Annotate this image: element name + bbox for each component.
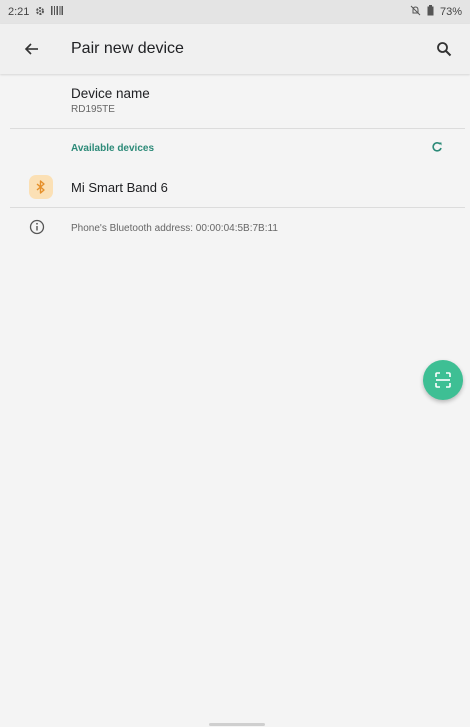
battery-icon bbox=[427, 5, 434, 19]
bluetooth-icon bbox=[29, 175, 53, 199]
device-label: Mi Smart Band 6 bbox=[71, 179, 168, 195]
qr-scan-icon bbox=[435, 372, 451, 388]
silent-icon bbox=[410, 5, 421, 19]
available-devices-header: Available devices bbox=[0, 138, 470, 158]
back-arrow-icon bbox=[24, 43, 38, 55]
back-button[interactable] bbox=[12, 29, 52, 69]
gear-icon bbox=[35, 6, 45, 19]
page-title: Pair new device bbox=[71, 40, 184, 57]
barcode-icon bbox=[51, 6, 64, 18]
bluetooth-address-row: Phone's Bluetooth address: 00:00:04:5B:7… bbox=[0, 216, 470, 240]
navigation-handle[interactable] bbox=[209, 723, 265, 726]
list-item[interactable]: Mi Smart Band 6 bbox=[0, 168, 470, 206]
app-bar: Pair new device bbox=[0, 24, 470, 74]
available-devices-label: Available devices bbox=[71, 142, 155, 154]
bluetooth-address-text: Phone's Bluetooth address: 00:00:04:5B:7… bbox=[71, 222, 278, 234]
battery-percent: 73% bbox=[439, 6, 462, 18]
search-button[interactable] bbox=[428, 33, 460, 65]
search-icon bbox=[437, 42, 452, 57]
status-bar: 2:21 73% bbox=[0, 0, 470, 24]
device-name-row[interactable]: Device name RD195TE bbox=[0, 74, 470, 128]
refresh-icon[interactable] bbox=[430, 140, 444, 154]
device-name-value: RD195TE bbox=[71, 104, 115, 115]
qr-scan-button[interactable] bbox=[423, 360, 463, 400]
status-time: 2:21 bbox=[8, 6, 30, 18]
device-name-label: Device name bbox=[71, 86, 150, 101]
info-icon bbox=[29, 219, 47, 237]
divider bbox=[10, 128, 465, 129]
divider bbox=[10, 207, 465, 208]
